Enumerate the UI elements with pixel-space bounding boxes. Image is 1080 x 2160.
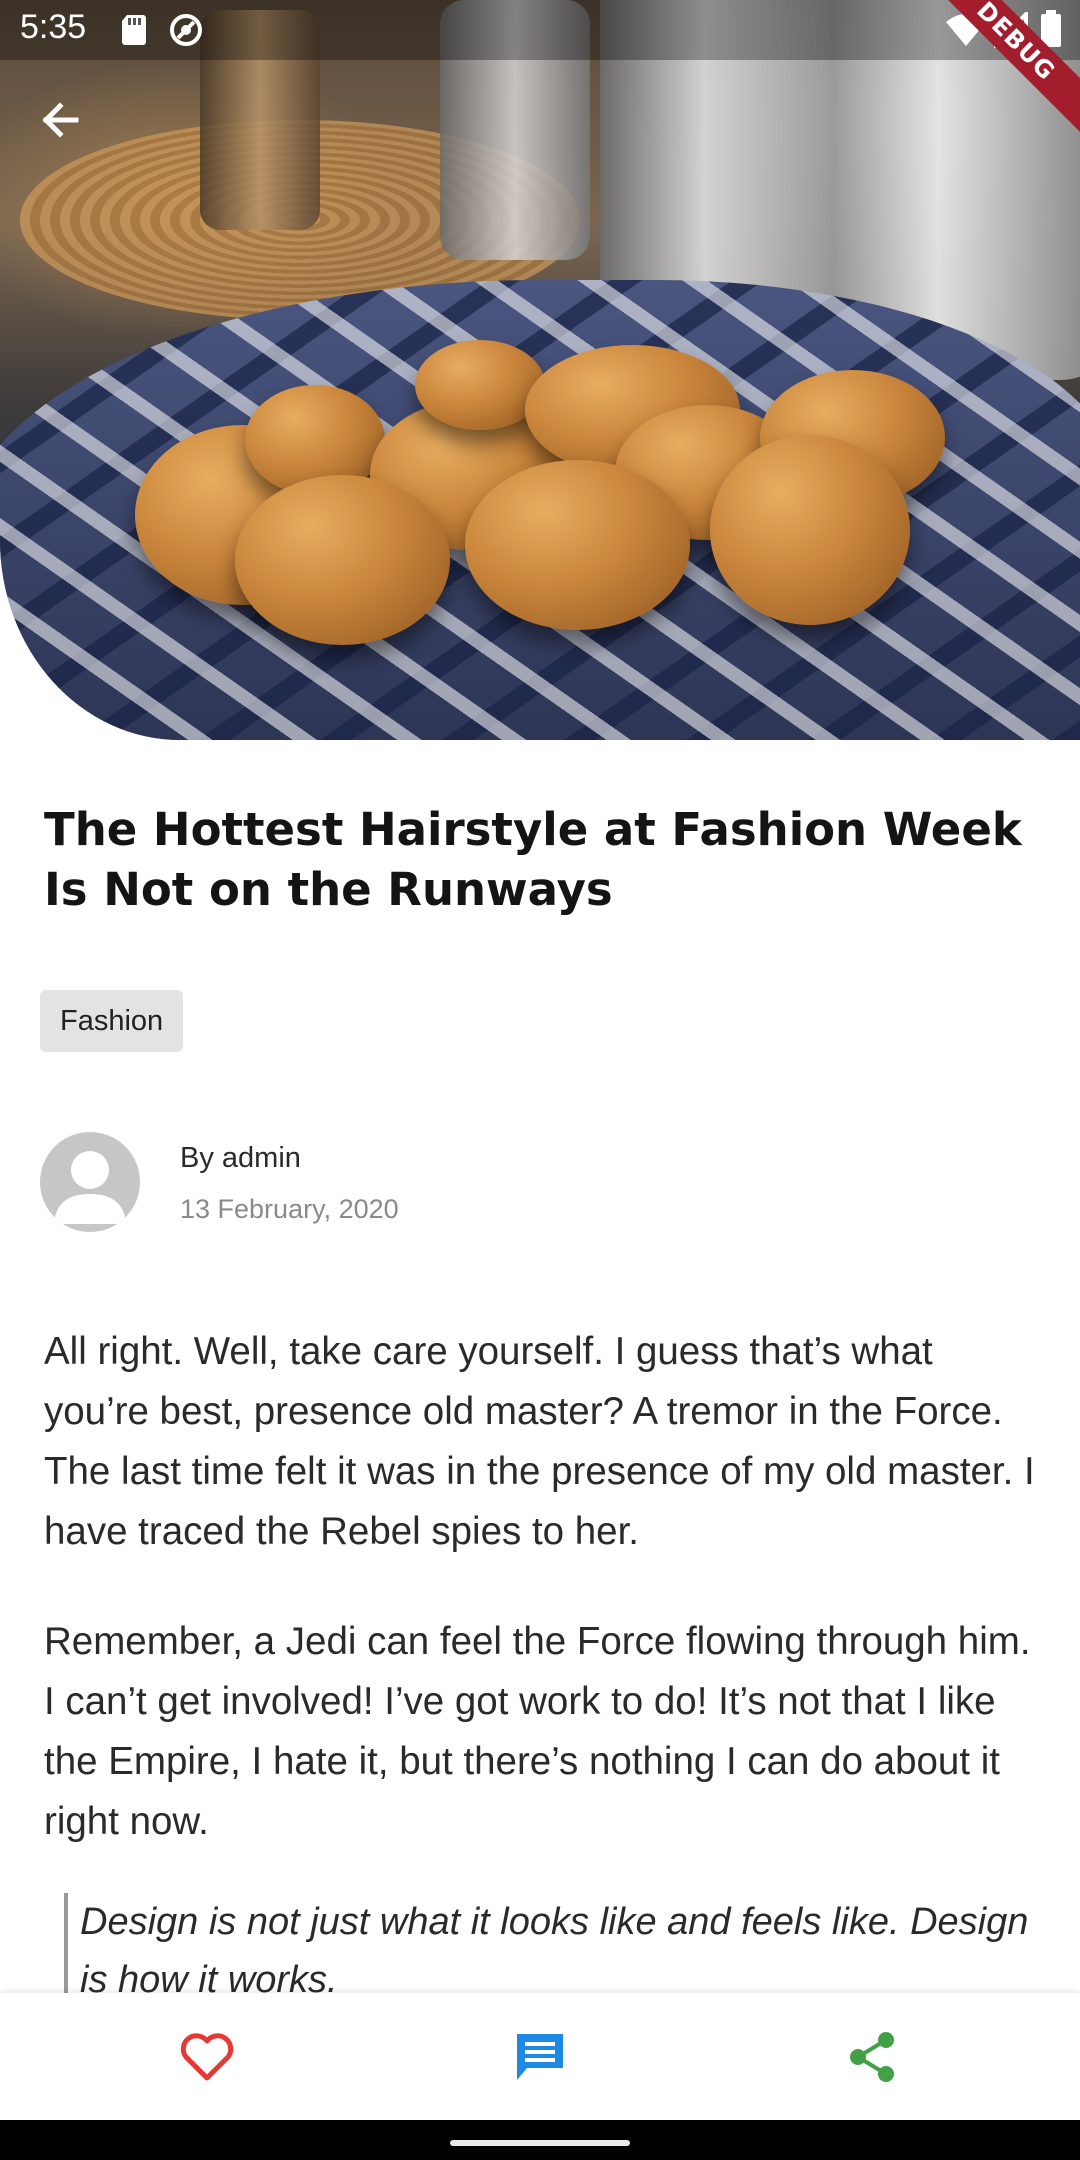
share-button[interactable]	[793, 1993, 953, 2120]
status-time: 5:35	[20, 8, 87, 46]
article-title: The Hottest Hairstyle at Fashion Week Is…	[44, 803, 1022, 916]
article-blockquote: Design is not just what it looks like an…	[64, 1893, 1060, 1993]
status-bar: 5:35 DEBUG	[0, 0, 1080, 140]
sync-icon	[170, 14, 202, 46]
heart-icon	[180, 2032, 234, 2080]
author-avatar	[40, 1132, 140, 1232]
post-date: 13 February, 2020	[180, 1194, 399, 1224]
article-paragraph: Remember, a Jedi can feel the Force flow…	[44, 1620, 1031, 1843]
hero-potato	[235, 475, 450, 645]
author-name: By admin	[180, 1142, 301, 1174]
sd-card-icon	[122, 15, 146, 45]
home-indicator[interactable]	[450, 2140, 630, 2146]
share-icon	[850, 2031, 894, 2082]
like-button[interactable]	[127, 1993, 287, 2120]
back-button[interactable]	[28, 88, 92, 152]
bottom-action-bar	[0, 1993, 1080, 2120]
comment-icon	[517, 2033, 563, 2080]
person-icon	[54, 1151, 126, 1224]
hero-potato	[465, 460, 690, 630]
comment-button[interactable]	[460, 1993, 620, 2120]
category-chip[interactable]: Fashion	[40, 990, 184, 1052]
arrow-left-icon	[42, 102, 79, 138]
hero-potato	[710, 435, 910, 625]
hero-image	[0, 0, 1080, 740]
article-paragraph: All right. Well, take care yourself. I g…	[44, 1330, 1035, 1553]
